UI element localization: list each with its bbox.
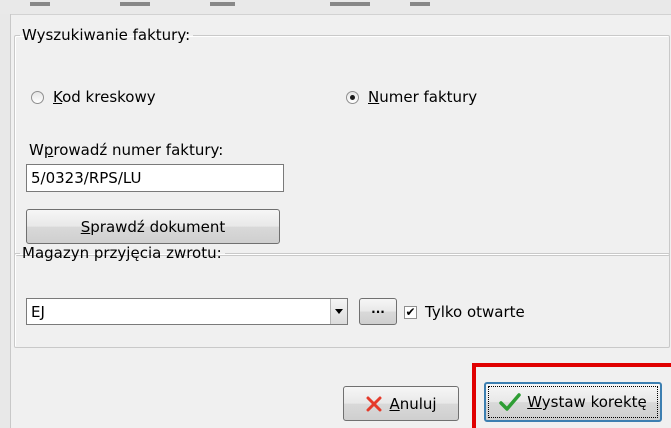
only-open-checkbox[interactable]: ✔ Tylko otwarte	[404, 303, 525, 321]
check-document-label: Sprawdź dokument	[80, 217, 226, 236]
invoice-number-label: Wprowadź numer faktury:	[29, 141, 224, 159]
window-top-strip	[0, 0, 671, 15]
cancel-button[interactable]: Anuluj	[343, 386, 459, 421]
invoice-number-radio-label: Numer faktury	[368, 88, 478, 106]
warehouse-select-value: EJ	[31, 302, 45, 321]
only-open-label: Tylko otwarte	[425, 303, 525, 321]
window-left-edge	[0, 14, 11, 428]
ellipsis-icon: ···	[371, 304, 385, 319]
browse-warehouse-button[interactable]: ···	[359, 298, 397, 325]
barcode-radio-circle[interactable]	[31, 90, 44, 104]
highlight-annotation-box	[472, 363, 671, 428]
checkmark-icon: ✔	[405, 305, 416, 319]
warehouse-dropdown-button[interactable]	[330, 299, 347, 324]
invoice-number-radio[interactable]: Numer faktury	[346, 88, 477, 106]
invoice-number-radio-circle[interactable]	[346, 90, 359, 104]
warehouse-select[interactable]: EJ	[26, 298, 348, 325]
barcode-radio[interactable]: Kod kreskowy	[31, 88, 156, 106]
cut-off-text-fragment	[30, 2, 50, 6]
warehouse-legend: Magazyn przyjęcia zwrotu:	[22, 244, 222, 262]
only-open-checkbox-box[interactable]: ✔	[404, 305, 417, 319]
cancel-label: Anuluj	[389, 394, 437, 413]
warehouse-group: Magazyn przyjęcia zwrotu:	[14, 244, 670, 348]
cut-off-text-fragment	[210, 2, 235, 6]
chevron-down-icon	[335, 309, 343, 314]
check-document-button[interactable]: Sprawdź dokument	[26, 209, 280, 244]
cut-off-text-fragment	[410, 2, 430, 6]
close-icon	[366, 396, 382, 411]
barcode-radio-label: Kod kreskowy	[53, 88, 156, 106]
invoice-number-input[interactable]	[26, 164, 284, 192]
invoice-search-legend: Wyszukiwanie faktury:	[22, 26, 191, 44]
cut-off-text-fragment	[120, 2, 150, 6]
cut-off-text-fragment	[330, 2, 370, 6]
